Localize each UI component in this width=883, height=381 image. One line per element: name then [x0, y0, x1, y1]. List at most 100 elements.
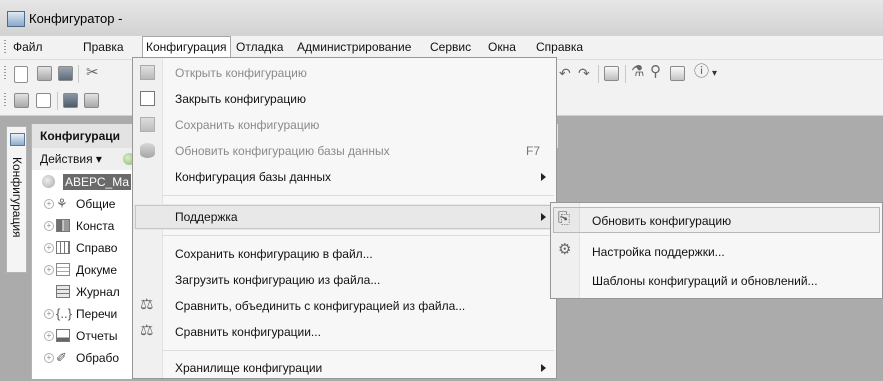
- tree-item-label: Перечи: [76, 307, 118, 321]
- constants-icon: [56, 219, 70, 232]
- compare-merge-icon: ⚖: [140, 296, 154, 313]
- expand-icon[interactable]: +: [44, 309, 54, 319]
- toolbar-grip[interactable]: [4, 66, 6, 81]
- menu-windows[interactable]: Окна: [488, 40, 516, 54]
- menu-administration[interactable]: Администрирование: [297, 40, 411, 54]
- toolbar-separator: [598, 65, 599, 83]
- submenu-item-update-config[interactable]: ⎘ Обновить конфигурацию: [551, 206, 882, 234]
- documents-icon: [56, 263, 70, 276]
- menu-item-compare-configs[interactable]: ⚖ Сравнить конфигурации...: [133, 319, 556, 345]
- configuration-menu: Открыть конфигурацию Закрыть конфигураци…: [132, 57, 557, 379]
- tree-item-label: АВЕРС_Ма: [63, 174, 132, 190]
- support-settings-icon: ⚙: [558, 241, 572, 258]
- menu-item-config-repository[interactable]: Хранилище конфигурации: [133, 355, 556, 381]
- back-icon[interactable]: ↶: [559, 66, 571, 80]
- debug-icon[interactable]: ⚗: [631, 64, 644, 79]
- window-title: Конфигуратор -: [29, 11, 123, 26]
- syntax-help-icon[interactable]: ⚲: [650, 64, 661, 79]
- menu-item-close-config[interactable]: Закрыть конфигурацию: [133, 86, 556, 112]
- toolbar-separator: [78, 65, 79, 83]
- reports-icon: [56, 329, 70, 342]
- menu-item-update-db-config[interactable]: Обновить конфигурацию базы данных F7: [133, 138, 556, 164]
- new-file-icon[interactable]: [14, 66, 28, 83]
- forward-icon[interactable]: ↷: [578, 66, 590, 80]
- submenu-item-support-settings[interactable]: ⚙ Настройка поддержки...: [551, 237, 882, 265]
- menu-item-label: Сохранить конфигурацию: [175, 118, 320, 132]
- support-submenu: ⎘ Обновить конфигурацию ⚙ Настройка подд…: [550, 202, 883, 299]
- submenu-arrow-icon: [541, 173, 546, 181]
- menu-item-label: Обновить конфигурацию базы данных: [175, 144, 390, 158]
- config-open-icon[interactable]: [14, 93, 29, 108]
- tree-item-label: Конста: [76, 219, 115, 233]
- journal-icon: [56, 285, 70, 298]
- expand-icon[interactable]: +: [44, 331, 54, 341]
- menu-help[interactable]: Справка: [536, 40, 583, 54]
- toolbar-dropdown-icon[interactable]: ▾: [712, 67, 717, 81]
- open-config-icon: [140, 65, 155, 80]
- common-icon: ⚘: [56, 196, 68, 211]
- menu-item-save-config[interactable]: Сохранить конфигурацию: [133, 112, 556, 138]
- actions-label: Действия ▾: [40, 152, 102, 166]
- sidebar-tab-configuration[interactable]: Конфигурация: [6, 126, 27, 273]
- configuration-tab-icon: [10, 133, 25, 146]
- submenu-item-label: Обновить конфигурацию: [592, 214, 732, 228]
- enums-icon: {..}: [56, 306, 72, 321]
- menu-file[interactable]: Файл: [13, 40, 43, 54]
- tree-item-label: Докуме: [76, 263, 118, 277]
- close-config-icon: [140, 91, 155, 106]
- menu-item-save-to-file[interactable]: Сохранить конфигурацию в файл...: [133, 241, 556, 267]
- menu-item-db-config[interactable]: Конфигурация базы данных: [133, 164, 556, 190]
- config-tree-icon[interactable]: [84, 93, 99, 108]
- update-config-icon: ⎘: [558, 210, 571, 227]
- windows-icon[interactable]: [604, 66, 619, 81]
- document-icon[interactable]: [670, 66, 685, 81]
- open-icon[interactable]: [37, 66, 52, 81]
- processing-icon: ✐: [56, 350, 67, 365]
- config-db-icon[interactable]: [63, 93, 78, 108]
- tree-item-label: Справо: [76, 241, 118, 255]
- submenu-arrow-icon: [541, 364, 546, 372]
- menu-configuration[interactable]: Конфигурация: [142, 36, 231, 57]
- menu-item-label: Загрузить конфигурацию из файла...: [175, 273, 381, 287]
- menu-separator: [163, 235, 554, 236]
- menu-item-open-config[interactable]: Открыть конфигурацию: [133, 60, 556, 86]
- catalogs-icon: [56, 241, 70, 254]
- menubar-grip[interactable]: [4, 40, 6, 55]
- expand-icon[interactable]: +: [44, 199, 54, 209]
- menu-item-label: Закрыть конфигурацию: [175, 92, 306, 106]
- menu-separator: [163, 350, 554, 351]
- menu-item-compare-merge-file[interactable]: ⚖ Сравнить, объединить с конфигурацией и…: [133, 293, 556, 319]
- tree-item-label: Обрабо: [76, 351, 120, 365]
- menu-edit[interactable]: Правка: [83, 40, 124, 54]
- cut-icon[interactable]: ✂: [86, 65, 99, 80]
- update-db-icon: [140, 143, 155, 158]
- menu-item-support[interactable]: Поддержка: [133, 204, 556, 230]
- toolbar-separator: [57, 92, 58, 110]
- menu-item-label: Сохранить конфигурацию в файл...: [175, 247, 373, 261]
- submenu-arrow-icon: [541, 213, 546, 221]
- title-bar: Конфигуратор -: [0, 0, 883, 36]
- submenu-item-templates[interactable]: Шаблоны конфигураций и обновлений...: [551, 266, 882, 294]
- submenu-item-label: Шаблоны конфигураций и обновлений...: [592, 274, 818, 288]
- menu-item-label: Конфигурация базы данных: [175, 170, 332, 184]
- expand-icon[interactable]: +: [44, 265, 54, 275]
- compare-configs-icon: ⚖: [140, 322, 154, 339]
- menu-service[interactable]: Сервис: [430, 40, 471, 54]
- tree-item-label: Журнал: [76, 285, 120, 299]
- expand-icon[interactable]: +: [44, 353, 54, 363]
- menu-debug[interactable]: Отладка: [236, 40, 283, 54]
- tree-item-label: Общие: [76, 197, 116, 211]
- save-icon[interactable]: [58, 66, 73, 81]
- menu-item-load-from-file[interactable]: Загрузить конфигурацию из файла...: [133, 267, 556, 293]
- toolbar-grip[interactable]: [4, 93, 6, 108]
- expand-icon[interactable]: +: [44, 243, 54, 253]
- menu-item-label: Сравнить конфигурации...: [175, 325, 321, 339]
- config-close-icon[interactable]: [36, 93, 51, 108]
- expand-icon[interactable]: +: [44, 221, 54, 231]
- sidebar-tab-label: Конфигурация: [10, 157, 24, 238]
- save-config-icon: [140, 117, 155, 132]
- info-icon[interactable]: ⓘ: [694, 64, 709, 79]
- menu-item-label: Сравнить, объединить с конфигурацией из …: [175, 299, 466, 313]
- menu-separator: [163, 195, 554, 196]
- menu-item-shortcut: F7: [525, 144, 540, 158]
